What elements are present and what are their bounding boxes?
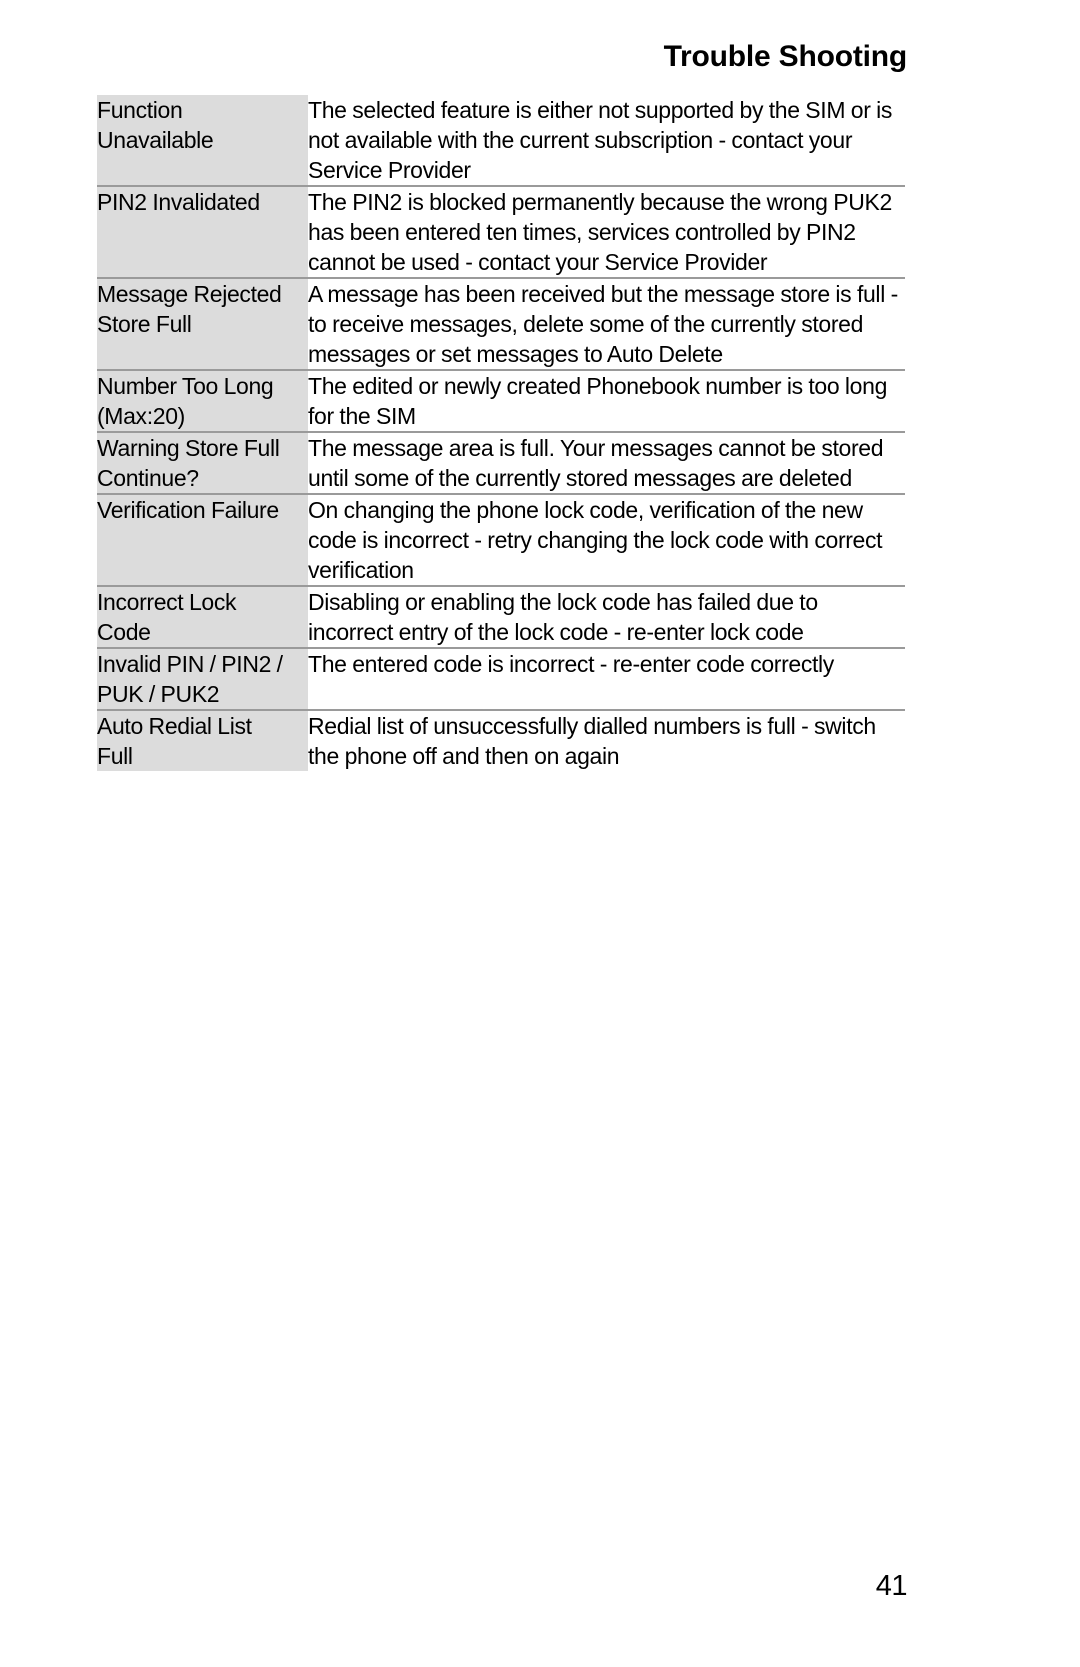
page: Trouble Shooting Function Unavailable The … — [0, 0, 1080, 1667]
page-number: 41 — [875, 1570, 908, 1602]
description-text: Disabling or enabling the lock code has … — [308, 589, 818, 645]
term-cell: Function Unavailable — [97, 95, 308, 187]
description-cell: The selected feature is either not suppo… — [308, 95, 905, 187]
description-cell: The PIN2 is blocked permanently because … — [308, 186, 905, 279]
description-text: The message area is full. Your messages … — [308, 435, 884, 491]
term-cell: Invalid PIN / PIN2 /PUK / PUK2 — [97, 648, 308, 711]
table-row: PIN2 Invalidated The PIN2 is blocked perm… — [97, 186, 905, 279]
description-text: Redial list of unsuccessfully dialled nu… — [308, 713, 876, 769]
term-label: Number Too Long (Max:20) — [97, 373, 274, 429]
description-text: A message has been received but the mess… — [308, 281, 898, 367]
term-cell: Verification Failure — [97, 494, 308, 587]
term-label: Message Rejected Store Full — [97, 281, 282, 337]
description-text: The PIN2 is blocked permanently because … — [308, 189, 892, 275]
table-row: Verification Failure On changing the phon… — [97, 494, 905, 587]
description-cell: The message area is full. Your messages … — [308, 432, 905, 495]
description-text: The edited or newly created Phonebook nu… — [308, 373, 888, 429]
trouble-shooting-table: Function Unavailable The selected feature … — [97, 95, 905, 771]
term-cell: Number Too Long (Max:20) — [97, 370, 308, 433]
table-row: Invalid PIN / PIN2 /PUK / PUK2 The entere… — [97, 648, 905, 711]
term-cell: Message Rejected Store Full — [97, 278, 308, 371]
table-body: Function Unavailable The selected feature … — [97, 95, 905, 771]
term-label: Invalid PIN / PIN2 /PUK / PUK2 — [97, 651, 283, 707]
description-cell: The entered code is incorrect - re-enter… — [308, 648, 905, 711]
term-label: Warning Store Full Continue? — [97, 435, 280, 491]
description-text: On changing the phone lock code, verific… — [308, 497, 883, 583]
term-label: PIN2 Invalidated — [97, 189, 260, 215]
description-cell: Disabling or enabling the lock code has … — [308, 586, 905, 649]
table-row: Message Rejected Store Full A message has … — [97, 278, 905, 371]
description-text: The entered code is incorrect - re-enter… — [308, 651, 834, 677]
description-cell: The edited or newly created Phonebook nu… — [308, 370, 905, 433]
description-cell: On changing the phone lock code, verific… — [308, 494, 905, 587]
description-text: The selected feature is either not suppo… — [308, 97, 893, 183]
term-cell: Auto Redial List Full — [97, 710, 308, 771]
table-row: Auto Redial List Full Redial list of unsuc… — [97, 710, 905, 771]
description-cell: Redial list of unsuccessfully dialled nu… — [308, 710, 905, 771]
term-label: Verification Failure — [97, 497, 279, 523]
term-label: Function Unavailable — [97, 97, 214, 153]
page-header: Trouble Shooting — [97, 40, 908, 73]
term-label: Auto Redial List Full — [97, 713, 252, 769]
term-cell: PIN2 Invalidated — [97, 186, 308, 279]
page-footer: 41 — [97, 1570, 908, 1603]
table-row: Warning Store Full Continue? The message a… — [97, 432, 905, 495]
page-title: Trouble Shooting — [663, 40, 908, 73]
term-label: Incorrect Lock Code — [97, 589, 237, 645]
term-cell: Incorrect Lock Code — [97, 586, 308, 649]
table-row: Incorrect Lock Code Disabling or enabling … — [97, 586, 905, 649]
term-cell: Warning Store Full Continue? — [97, 432, 308, 495]
description-cell: A message has been received but the mess… — [308, 278, 905, 371]
table-row: Number Too Long (Max:20) The edited or new… — [97, 370, 905, 433]
table-row: Function Unavailable The selected feature … — [97, 95, 905, 187]
